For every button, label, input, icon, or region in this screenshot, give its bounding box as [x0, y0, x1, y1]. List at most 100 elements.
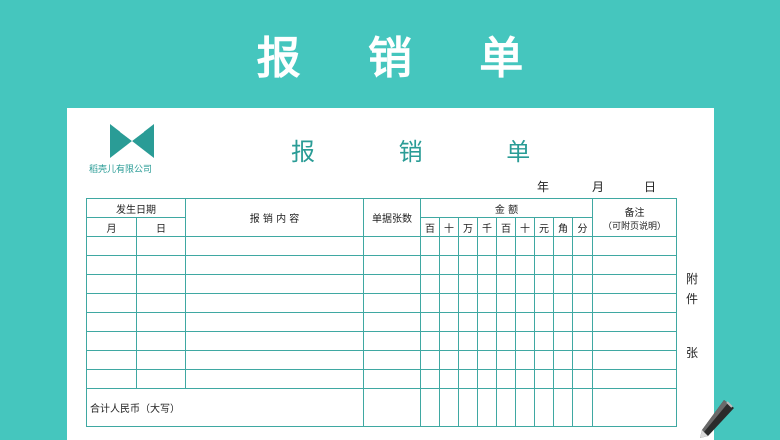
entry-cell[interactable]: [439, 293, 459, 313]
entry-cell[interactable]: [185, 274, 364, 294]
entry-cell[interactable]: [534, 236, 554, 256]
entry-cell[interactable]: [572, 369, 593, 389]
entry-cell[interactable]: [515, 331, 535, 351]
entry-cell[interactable]: [86, 274, 137, 294]
entry-cell[interactable]: [553, 331, 573, 351]
total-cell[interactable]: [439, 388, 459, 427]
entry-cell[interactable]: [439, 331, 459, 351]
entry-cell[interactable]: [363, 312, 421, 332]
entry-cell[interactable]: [592, 293, 677, 313]
entry-cell[interactable]: [439, 236, 459, 256]
total-cell[interactable]: [515, 388, 535, 427]
total-cell[interactable]: [592, 388, 677, 427]
entry-cell[interactable]: [458, 369, 478, 389]
entry-cell[interactable]: [420, 293, 440, 313]
entry-cell[interactable]: [420, 274, 440, 294]
entry-cell[interactable]: [136, 331, 186, 351]
entry-cell[interactable]: [363, 293, 421, 313]
entry-cell[interactable]: [592, 369, 677, 389]
total-cell[interactable]: [534, 388, 554, 427]
entry-cell[interactable]: [592, 274, 677, 294]
entry-cell[interactable]: [185, 255, 364, 275]
entry-cell[interactable]: [420, 369, 440, 389]
entry-cell[interactable]: [496, 293, 516, 313]
entry-cell[interactable]: [572, 331, 593, 351]
entry-cell[interactable]: [458, 331, 478, 351]
entry-cell[interactable]: [86, 293, 137, 313]
entry-cell[interactable]: [572, 274, 593, 294]
entry-cell[interactable]: [439, 274, 459, 294]
entry-cell[interactable]: [458, 350, 478, 370]
entry-cell[interactable]: [572, 293, 593, 313]
entry-cell[interactable]: [477, 274, 497, 294]
entry-cell[interactable]: [439, 255, 459, 275]
entry-cell[interactable]: [553, 255, 573, 275]
entry-cell[interactable]: [534, 293, 554, 313]
entry-cell[interactable]: [592, 236, 677, 256]
entry-cell[interactable]: [477, 369, 497, 389]
entry-cell[interactable]: [515, 369, 535, 389]
entry-cell[interactable]: [458, 236, 478, 256]
entry-cell[interactable]: [136, 293, 186, 313]
entry-cell[interactable]: [553, 369, 573, 389]
entry-cell[interactable]: [136, 255, 186, 275]
entry-cell[interactable]: [496, 331, 516, 351]
entry-cell[interactable]: [136, 369, 186, 389]
entry-cell[interactable]: [363, 255, 421, 275]
entry-cell[interactable]: [534, 274, 554, 294]
entry-cell[interactable]: [363, 350, 421, 370]
entry-cell[interactable]: [185, 312, 364, 332]
entry-cell[interactable]: [534, 312, 554, 332]
entry-cell[interactable]: [363, 236, 421, 256]
entry-cell[interactable]: [496, 312, 516, 332]
entry-cell[interactable]: [515, 274, 535, 294]
entry-cell[interactable]: [515, 293, 535, 313]
entry-cell[interactable]: [496, 350, 516, 370]
entry-cell[interactable]: [592, 312, 677, 332]
entry-cell[interactable]: [496, 255, 516, 275]
entry-cell[interactable]: [420, 255, 440, 275]
entry-cell[interactable]: [534, 369, 554, 389]
entry-cell[interactable]: [592, 350, 677, 370]
entry-cell[interactable]: [515, 312, 535, 332]
entry-cell[interactable]: [420, 312, 440, 332]
entry-cell[interactable]: [185, 331, 364, 351]
entry-cell[interactable]: [572, 312, 593, 332]
entry-cell[interactable]: [534, 331, 554, 351]
entry-cell[interactable]: [515, 236, 535, 256]
entry-cell[interactable]: [363, 274, 421, 294]
entry-cell[interactable]: [86, 312, 137, 332]
entry-cell[interactable]: [185, 236, 364, 256]
entry-cell[interactable]: [439, 369, 459, 389]
total-cell[interactable]: [458, 388, 478, 427]
entry-cell[interactable]: [363, 331, 421, 351]
entry-cell[interactable]: [185, 369, 364, 389]
entry-cell[interactable]: [496, 369, 516, 389]
entry-cell[interactable]: [477, 350, 497, 370]
total-cell[interactable]: [363, 388, 421, 427]
entry-cell[interactable]: [458, 255, 478, 275]
entry-cell[interactable]: [477, 312, 497, 332]
entry-cell[interactable]: [572, 350, 593, 370]
entry-cell[interactable]: [136, 274, 186, 294]
entry-cell[interactable]: [363, 369, 421, 389]
entry-cell[interactable]: [86, 331, 137, 351]
entry-cell[interactable]: [553, 350, 573, 370]
entry-cell[interactable]: [86, 255, 137, 275]
entry-cell[interactable]: [553, 236, 573, 256]
entry-cell[interactable]: [534, 350, 554, 370]
entry-cell[interactable]: [534, 255, 554, 275]
entry-cell[interactable]: [86, 350, 137, 370]
entry-cell[interactable]: [496, 236, 516, 256]
entry-cell[interactable]: [420, 236, 440, 256]
entry-cell[interactable]: [439, 312, 459, 332]
entry-cell[interactable]: [592, 331, 677, 351]
entry-cell[interactable]: [458, 312, 478, 332]
entry-cell[interactable]: [477, 255, 497, 275]
entry-cell[interactable]: [185, 350, 364, 370]
entry-cell[interactable]: [86, 236, 137, 256]
entry-cell[interactable]: [439, 350, 459, 370]
entry-cell[interactable]: [553, 274, 573, 294]
entry-cell[interactable]: [136, 350, 186, 370]
total-cell[interactable]: [553, 388, 573, 427]
